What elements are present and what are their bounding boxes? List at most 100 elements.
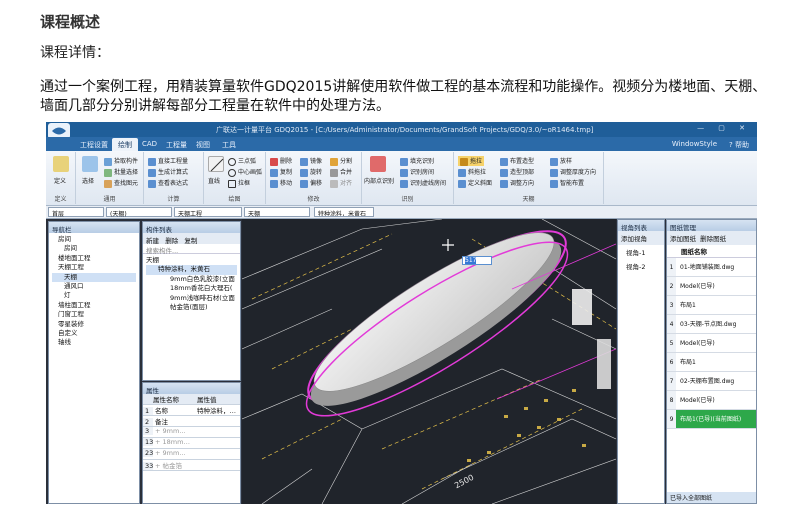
new-button[interactable]: 新建: [146, 237, 159, 245]
nav-item[interactable]: 轴线: [52, 338, 136, 347]
tab-view[interactable]: 视图: [196, 140, 210, 150]
nav-item[interactable]: 楼地面工程: [52, 254, 136, 263]
add-view-button[interactable]: 添加视角: [618, 231, 664, 245]
drawing-row[interactable]: 2 Model(已导): [667, 277, 756, 296]
floor-dropdown[interactable]: 首层: [48, 207, 104, 218]
drawing-row[interactable]: 3 布局1: [667, 296, 756, 315]
pick-component-button[interactable]: 拾取构件: [104, 156, 138, 166]
ribbon-group-ceiling: 拖拉 布置造型 放样 斜拖拉 造型顶部 调整厚度方向 定义斜面 调整方向 智能布…: [454, 152, 604, 204]
copy-button[interactable]: 复制: [270, 167, 292, 177]
drag-pull-button[interactable]: 拖拉: [458, 156, 485, 166]
loft-button[interactable]: 放样: [550, 156, 572, 166]
nav-item[interactable]: 天棚: [52, 272, 136, 283]
section-subheading: 课程详情：: [40, 45, 110, 61]
component-item[interactable]: 特种涂料，米黄石: [146, 265, 237, 275]
add-drawing-button[interactable]: 添加图纸: [670, 235, 696, 243]
nav-item[interactable]: 墙柱面工程: [52, 301, 136, 310]
merge-button[interactable]: 合并: [330, 167, 352, 177]
shape-top-button[interactable]: 造型顶部: [500, 167, 534, 177]
drawing-row[interactable]: 8 Model(已导): [667, 391, 756, 410]
properties-panel: 属性 属性名称 属性值 1 名称 特种涂料，… 2 备注 3 + 9mm… 13 + 18mm… 2…: [142, 382, 241, 504]
offset-button[interactable]: 偏移: [300, 178, 322, 188]
section-heading: 课程概述: [40, 13, 101, 31]
window-style-menu[interactable]: WindowStyle: [672, 140, 717, 148]
three-point-arc-button[interactable]: 三点弧: [228, 156, 256, 166]
define-slope-button[interactable]: 定义斜面: [458, 178, 492, 188]
nav-item[interactable]: 天棚工程: [52, 263, 136, 272]
identify-room-button[interactable]: 识别房间: [400, 167, 434, 177]
smart-place-button[interactable]: 智能布置: [550, 178, 584, 188]
imported-all-button[interactable]: 已导入全部图纸: [667, 492, 756, 503]
property-row[interactable]: 33 + 帖金箔: [143, 460, 240, 471]
tab-cad[interactable]: CAD: [142, 140, 157, 148]
ribbon-tabs: 工程设置 绘制 CAD 工程量 视图 工具 WindowStyle ? 帮助: [46, 137, 757, 152]
property-row[interactable]: 13 + 18mm…: [143, 438, 240, 449]
select-button[interactable]: 选择: [82, 176, 94, 185]
cad-canvas[interactable]: 517 2500: [242, 219, 616, 504]
tab-tools[interactable]: 工具: [222, 140, 236, 150]
place-shape-button[interactable]: 布置造型: [500, 156, 534, 166]
delete-component-button[interactable]: 删除: [165, 237, 178, 245]
ribbon-group-modify: 删除 镜像 分割 复制 旋转 合并 移动 偏移 对齐 修改: [266, 152, 362, 204]
define-button[interactable]: 定义: [54, 176, 66, 185]
batch-select-button[interactable]: 批量选择: [104, 167, 138, 177]
help-icon[interactable]: ? 帮助: [729, 140, 749, 150]
filter-bar: 首层 (天棚) 天棚工程 天棚 特种涂料，米黄石: [46, 206, 757, 219]
view-item-2[interactable]: 视角-2: [618, 259, 664, 273]
box-draw-button[interactable]: 拉框: [228, 178, 250, 188]
component-item[interactable]: 9mm白色乳胶漆(立面: [146, 275, 237, 284]
direct-quantity-button[interactable]: 直接工程量: [148, 156, 188, 166]
component-item[interactable]: 帖金箔(面层): [146, 303, 237, 312]
nav-item[interactable]: 房间: [52, 235, 136, 244]
rotate-button[interactable]: 旋转: [300, 167, 322, 177]
category-dropdown[interactable]: (天棚): [106, 207, 172, 218]
property-row[interactable]: 3 + 9mm…: [143, 427, 240, 438]
drawing-row[interactable]: 5 Model(已导): [667, 334, 756, 353]
cad-drawing: [242, 219, 616, 504]
copy-component-button[interactable]: 复制: [184, 237, 197, 245]
tab-quantity[interactable]: 工程量: [166, 140, 187, 150]
type-dropdown[interactable]: 天棚工程: [174, 207, 242, 218]
view-expression-button[interactable]: 查看表达式: [148, 178, 188, 188]
drawing-row[interactable]: 4 03-天棚-节点图.dwg: [667, 315, 756, 334]
drawing-row[interactable]: 6 布局1: [667, 353, 756, 372]
inner-point-identify-button[interactable]: 内部点识别: [364, 176, 394, 185]
move-button[interactable]: 移动: [270, 178, 292, 188]
nav-item[interactable]: 房间: [52, 244, 136, 253]
property-row[interactable]: 1 名称 特种涂料，…: [143, 405, 240, 416]
property-row[interactable]: 2 备注: [143, 416, 240, 427]
mirror-button[interactable]: 镜像: [300, 156, 322, 166]
split-button[interactable]: 分割: [330, 156, 352, 166]
delete-button[interactable]: 删除: [270, 156, 292, 166]
slant-pull-button[interactable]: 斜拖拉: [458, 167, 486, 177]
view-item-1[interactable]: 视角-1: [618, 245, 664, 259]
material-dropdown[interactable]: 特种涂料，米黄石: [314, 207, 374, 217]
delete-drawing-button[interactable]: 删除图纸: [700, 235, 726, 243]
gen-formula-button[interactable]: 生成计算式: [148, 167, 188, 177]
drawing-row[interactable]: 1 01-地面铺装图.dwg: [667, 258, 756, 277]
component-item[interactable]: 天棚: [146, 256, 237, 265]
tab-project-settings[interactable]: 工程设置: [80, 140, 108, 150]
nav-item[interactable]: 门窗工程: [52, 310, 136, 319]
length-input[interactable]: 517: [462, 256, 492, 265]
properties-title: 属性: [143, 383, 240, 395]
drawing-row[interactable]: 7 02-天棚布置图.dwg: [667, 372, 756, 391]
line-button[interactable]: 直线: [208, 176, 220, 185]
drawing-row[interactable]: 9 布局1(已导)(当前图纸): [667, 410, 756, 429]
component-search-input[interactable]: 搜索构件...: [143, 244, 240, 255]
fill-identify-button[interactable]: 填充识别: [400, 156, 434, 166]
property-row[interactable]: 23 + 9mm…: [143, 449, 240, 460]
align-button[interactable]: 对齐: [330, 178, 352, 188]
nav-item[interactable]: 灯: [52, 291, 136, 300]
adjust-thickness-button[interactable]: 调整厚度方向: [550, 167, 596, 177]
tab-draw[interactable]: 绘制: [112, 138, 138, 152]
find-element-button[interactable]: 查找图元: [104, 178, 138, 188]
component-dropdown[interactable]: 天棚: [244, 207, 310, 218]
identify-dash-room-button[interactable]: 识别虚线房间: [400, 178, 446, 188]
window-controls[interactable]: — ▢ ✕: [697, 124, 751, 132]
adjust-direction-button[interactable]: 调整方向: [500, 178, 534, 188]
component-item[interactable]: 18mm香花白大理石(: [146, 284, 237, 293]
center-arc-button[interactable]: 中心画弧: [228, 167, 262, 177]
nav-item[interactable]: 零星装修: [52, 320, 136, 329]
component-item[interactable]: 9mm浅咖啡石材(立面: [146, 294, 237, 303]
